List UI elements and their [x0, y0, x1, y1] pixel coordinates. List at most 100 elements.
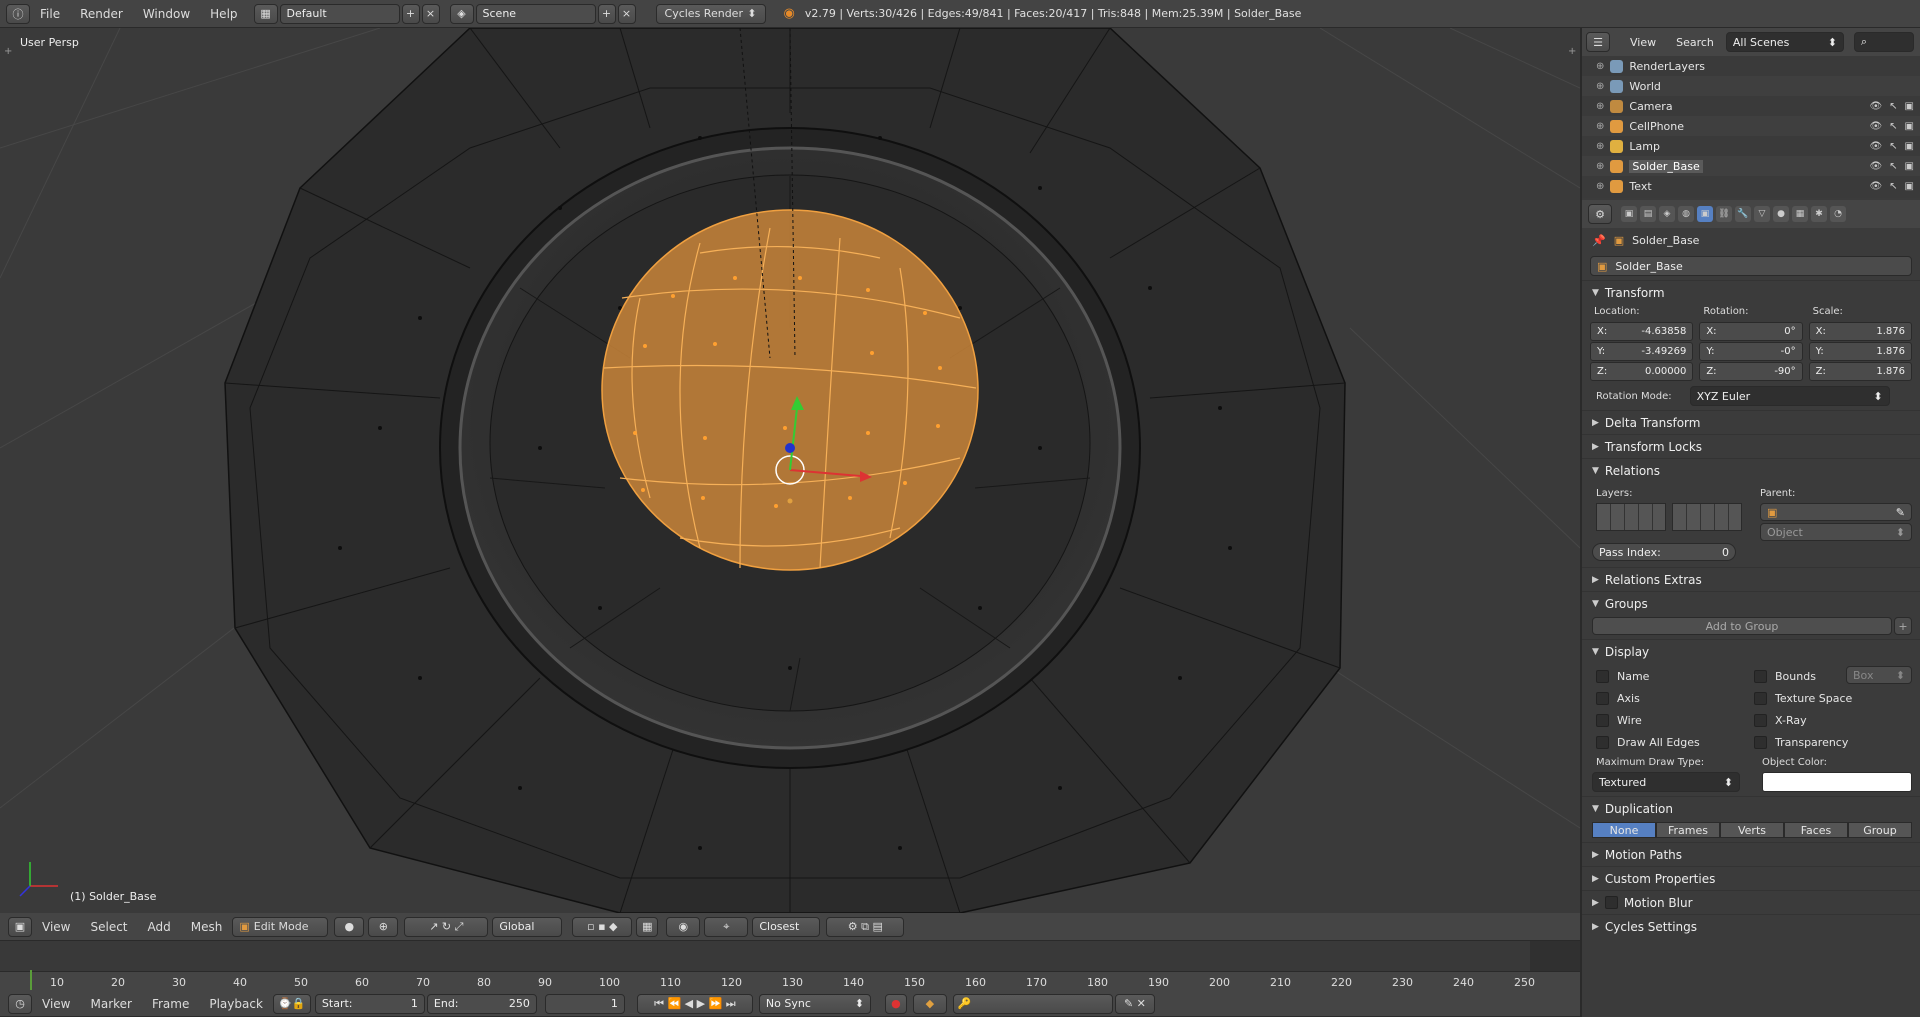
constraints-tab-icon[interactable]: ⛓ — [1716, 206, 1732, 222]
scale-z-field[interactable]: Z: 1.876 — [1808, 362, 1912, 381]
texture-tab-icon[interactable]: ▦ — [1792, 206, 1808, 222]
snap-button[interactable]: ⌖ — [704, 916, 749, 937]
camera-render-icon[interactable]: ▣ — [1905, 101, 1914, 112]
outliner-editor-type-button[interactable]: ☰ — [1586, 32, 1610, 52]
display-panel-header[interactable]: ▼ Display — [1582, 639, 1920, 663]
playback-controls[interactable]: ⏮ ⏪ ◀ ▶ ⏩ ⏭ — [636, 993, 753, 1014]
start-frame-field[interactable]: Start: 1 — [314, 993, 425, 1014]
panel-header-motion-blur[interactable]: ▶ Motion Blur — [1582, 890, 1920, 914]
transform-locks-panel-header[interactable]: ▶ Transform Locks — [1582, 434, 1920, 458]
location-z-field[interactable]: Z: 0.00000 — [1590, 362, 1694, 381]
screen-layout-field[interactable]: Default — [279, 3, 400, 24]
duplication-option-group[interactable]: Group — [1848, 822, 1912, 838]
scene-tab-icon[interactable]: ◈ — [1659, 206, 1675, 222]
render-preview-buttons[interactable]: ⚙ ⧉ ▤ — [826, 916, 905, 937]
render-engine-dropdown[interactable]: Cycles Render ⬍ — [655, 3, 766, 24]
current-frame-marker[interactable] — [30, 970, 32, 990]
menu-file[interactable]: File — [30, 0, 70, 28]
layers-grid[interactable] — [1596, 503, 1742, 531]
menu-window[interactable]: Window — [133, 0, 200, 28]
checkbox-icon[interactable] — [1754, 713, 1767, 727]
material-tab-icon[interactable]: ● — [1773, 206, 1789, 222]
delta-transform-panel-header[interactable]: ▶ Delta Transform — [1582, 410, 1920, 434]
occlude-geometry-button[interactable]: ▦ — [636, 916, 659, 937]
duplication-panel-header[interactable]: ▼ Duplication — [1582, 796, 1920, 820]
motion-blur-checkbox[interactable] — [1604, 896, 1618, 909]
eye-icon[interactable]: 👁 — [1869, 181, 1882, 192]
display-option-checkbox[interactable]: Texture Space — [1754, 687, 1912, 709]
transform-panel-header[interactable]: ▼ Transform — [1582, 280, 1920, 304]
visibility-toggles[interactable]: 👁 ↖ ▣ — [1869, 161, 1914, 172]
expand-icon[interactable]: ⊕ — [1596, 61, 1604, 72]
visibility-toggles[interactable]: 👁 ↖ ▣ — [1869, 101, 1914, 112]
camera-render-icon[interactable]: ▣ — [1905, 121, 1914, 132]
menu-select[interactable]: Select — [80, 913, 137, 941]
tl-menu-view[interactable]: View — [32, 990, 80, 1017]
keying-set-field[interactable]: 🔑 — [952, 993, 1113, 1014]
outliner-menu-search[interactable]: Search — [1676, 36, 1714, 49]
timeline-editor-type-button[interactable]: ◷ — [8, 993, 32, 1014]
display-option-checkbox[interactable]: Wire — [1596, 709, 1754, 731]
display-option-checkbox[interactable]: Draw All Edges — [1596, 731, 1754, 753]
outliner-item-text[interactable]: ⊕ Text 👁 ↖ ▣ — [1582, 176, 1920, 196]
screen-layout-icon[interactable]: ▦ — [253, 3, 278, 24]
expand-icon[interactable]: ⊕ — [1596, 121, 1604, 132]
3d-viewport[interactable]: + + User Persp (1) Solder_Base — [0, 28, 1580, 913]
object-name-field[interactable]: ▣ Solder_Base — [1590, 256, 1912, 276]
world-tab-icon[interactable]: ◍ — [1678, 206, 1694, 222]
panel-header-motion-paths[interactable]: ▶ Motion Paths — [1582, 842, 1920, 866]
menu-add[interactable]: Add — [138, 913, 181, 941]
snap-target-dropdown[interactable]: Closest — [752, 916, 821, 937]
parent-field[interactable]: ▣ ✎ — [1760, 503, 1912, 521]
cursor-icon[interactable]: ↖ — [1889, 161, 1897, 172]
duplication-option-faces[interactable]: Faces — [1784, 822, 1848, 838]
proportional-editing-button[interactable]: ◉ — [666, 916, 701, 937]
cursor-icon[interactable]: ↖ — [1889, 141, 1897, 152]
outliner[interactable]: ☰ View Search All Scenes ⬍ ⌕ ⊕ RenderLayer… — [1582, 28, 1920, 198]
display-option-checkbox[interactable]: X-Ray — [1754, 709, 1912, 731]
add-to-group-button[interactable]: Add to Group — [1592, 617, 1892, 635]
tl-menu-playback[interactable]: Playback — [199, 990, 273, 1017]
location-x-field[interactable]: X: -4.63858 — [1590, 322, 1694, 341]
cursor-icon[interactable]: ↖ — [1889, 101, 1897, 112]
relations-extras-panel-header[interactable]: ▶ Relations Extras — [1582, 567, 1920, 591]
scene-field[interactable]: Scene — [475, 3, 596, 24]
outliner-item-name[interactable]: World — [1629, 80, 1661, 93]
outliner-menu-view[interactable]: View — [1630, 36, 1656, 49]
expand-icon[interactable]: ⊕ — [1596, 81, 1604, 92]
visibility-toggles[interactable]: 👁 ↖ ▣ — [1869, 181, 1914, 192]
panel-header-cycles-settings[interactable]: ▶ Cycles Settings — [1582, 914, 1920, 938]
pass-index-field[interactable]: Pass Index: 0 — [1592, 543, 1736, 561]
frame-ruler[interactable]: 10 20 30 40 50 60 70 80 90 100 110 120 130 140 150 160 1… — [0, 970, 1580, 991]
particles-tab-icon[interactable]: ✱ — [1811, 206, 1827, 222]
end-frame-field[interactable]: End: 250 — [426, 993, 537, 1014]
expand-icon[interactable]: ⊕ — [1596, 161, 1604, 172]
duplication-option-verts[interactable]: Verts — [1720, 822, 1784, 838]
remove-scene-button[interactable]: × — [617, 3, 636, 24]
location-y-field[interactable]: Y: -3.49269 — [1590, 342, 1694, 361]
scene-icon[interactable]: ◈ — [449, 3, 474, 24]
expand-icon[interactable]: ⊕ — [1596, 141, 1604, 152]
pin-icon[interactable]: 📌 — [1592, 234, 1606, 247]
orientation-dropdown[interactable]: Global — [492, 916, 563, 937]
menu-view[interactable]: View — [32, 913, 80, 941]
rotation-z-field[interactable]: Z: -90° — [1699, 362, 1803, 381]
display-option-checkbox[interactable]: Axis — [1596, 687, 1754, 709]
cursor-icon[interactable]: ↖ — [1889, 121, 1897, 132]
groups-panel-header[interactable]: ▼ Groups — [1582, 591, 1920, 615]
tl-menu-frame[interactable]: Frame — [142, 990, 199, 1017]
eye-icon[interactable]: 👁 — [1869, 121, 1882, 132]
rotation-y-field[interactable]: Y: -0° — [1699, 342, 1803, 361]
eye-icon[interactable]: 👁 — [1869, 161, 1882, 172]
render-tab-icon[interactable]: ▣ — [1621, 206, 1637, 222]
sync-dropdown[interactable]: No Sync ⬍ — [758, 993, 871, 1014]
expand-icon[interactable]: ⊕ — [1596, 101, 1604, 112]
checkbox-icon[interactable] — [1596, 669, 1609, 683]
add-layout-button[interactable]: + — [401, 3, 420, 24]
object-color-swatch[interactable] — [1762, 772, 1912, 792]
camera-render-icon[interactable]: ▣ — [1905, 141, 1914, 152]
outliner-item-cellphone[interactable]: ⊕ CellPhone 👁 ↖ ▣ — [1582, 116, 1920, 136]
checkbox-icon[interactable] — [1596, 691, 1609, 705]
display-option-checkbox[interactable]: Name — [1596, 665, 1754, 687]
visibility-toggles[interactable]: 👁 ↖ ▣ — [1869, 121, 1914, 132]
